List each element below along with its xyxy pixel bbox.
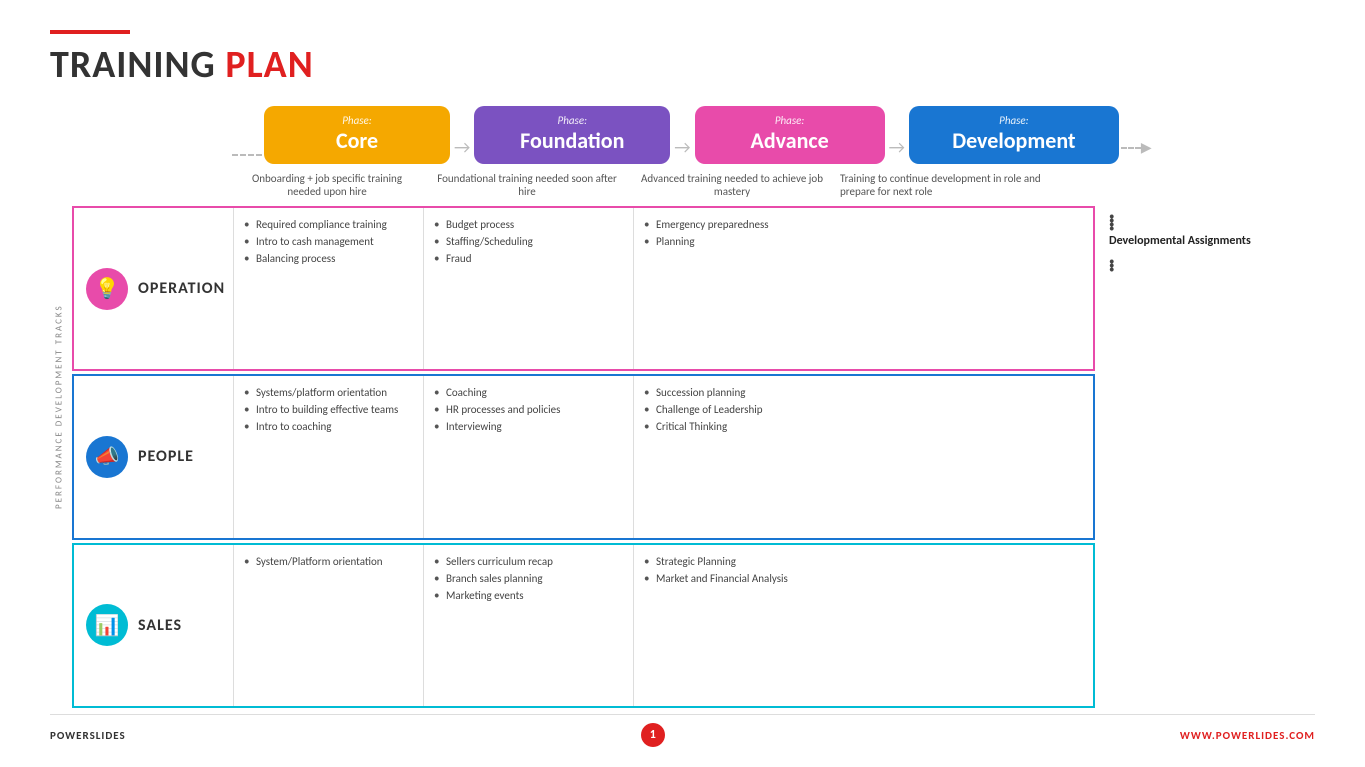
- operation-foundation-list: Budget process Staffing/Scheduling Fraud: [434, 216, 623, 267]
- people-foundation-cell: Coaching HR processes and policies Inter…: [424, 376, 634, 537]
- people-title: PEOPLE: [138, 447, 194, 466]
- phase-development-label: Phase:: [919, 114, 1109, 127]
- people-advance-cell: Succession planning Challenge of Leaders…: [634, 376, 834, 537]
- dev-assignments-list: • • •: [1109, 253, 1315, 265]
- people-core-cell: Systems/platform orientation Intro to bu…: [234, 376, 424, 537]
- vertical-label: PERFORMANCE DEVELOPMENT TRACKS: [50, 106, 68, 708]
- arrow-3: →: [889, 136, 905, 164]
- header-line: [50, 30, 130, 34]
- phase-development: Phase: Development: [909, 106, 1119, 164]
- list-item: Intro to building effective teams: [244, 401, 413, 418]
- list-item: Balancing process: [244, 250, 413, 267]
- people-core-list: Systems/platform orientation Intro to bu…: [244, 384, 413, 435]
- tracks-dev-area: 💡 OPERATION Required compliance training…: [72, 206, 1315, 708]
- people-icon: 📣: [86, 436, 128, 478]
- list-item: HR processes and policies: [434, 401, 623, 418]
- list-item: Fraud: [434, 250, 623, 267]
- track-operation-label: 💡 OPERATION: [74, 208, 234, 369]
- list-item: Market and Financial Analysis: [644, 570, 824, 587]
- operation-icon: 💡: [86, 268, 128, 310]
- operation-advance-list: Emergency preparedness Planning: [644, 216, 824, 250]
- operation-core-list: Required compliance training Intro to ca…: [244, 216, 413, 267]
- list-item: Critical Thinking: [644, 418, 824, 435]
- phase-foundation-label: Phase:: [484, 114, 660, 127]
- track-operation: 💡 OPERATION Required compliance training…: [72, 206, 1095, 371]
- list-item: Branch sales planning: [434, 570, 623, 587]
- development-column: • • • • Developmental Assignments • • •: [1095, 206, 1315, 708]
- page-title: TRAINING PLAN: [50, 42, 1315, 88]
- sales-icon: 📊: [86, 604, 128, 646]
- list-item: System/Platform orientation: [244, 553, 413, 570]
- footer-right: WWW.POWERLIDES.COM: [1180, 729, 1315, 742]
- phase-development-name: Development: [919, 127, 1109, 154]
- dev-assignments-title: Developmental Assignments: [1109, 234, 1315, 248]
- list-item: Systems/platform orientation: [244, 384, 413, 401]
- desc-development: Training to continue development in role…: [832, 168, 1052, 202]
- sales-foundation-list: Sellers curriculum recap Branch sales pl…: [434, 553, 623, 604]
- operation-core-cell: Required compliance training Intro to ca…: [234, 208, 424, 369]
- operation-foundation-cell: Budget process Staffing/Scheduling Fraud: [424, 208, 634, 369]
- list-item: Planning: [644, 233, 824, 250]
- phase-core-label: Phase:: [274, 114, 440, 127]
- people-foundation-list: Coaching HR processes and policies Inter…: [434, 384, 623, 435]
- list-item: Marketing events: [434, 587, 623, 604]
- desc-advance: Advanced training needed to achieve job …: [632, 168, 832, 202]
- phase-core-name: Core: [274, 127, 440, 154]
- phase-advance-name: Advance: [705, 127, 875, 154]
- sales-advance-list: Strategic Planning Market and Financial …: [644, 553, 824, 587]
- list-item: •: [1109, 261, 1315, 265]
- tracks-table: 💡 OPERATION Required compliance training…: [72, 206, 1095, 708]
- list-item: Interviewing: [434, 418, 623, 435]
- arrow-1: →: [454, 136, 470, 164]
- list-item: Strategic Planning: [644, 553, 824, 570]
- list-item: •: [1109, 220, 1315, 224]
- list-item: Challenge of Leadership: [644, 401, 824, 418]
- track-people-label: 📣 PEOPLE: [74, 376, 234, 537]
- sales-title: SALES: [138, 616, 182, 635]
- list-item: Required compliance training: [244, 216, 413, 233]
- track-sales: 📊 SALES System/Platform orientation Sell…: [72, 543, 1095, 708]
- sales-advance-cell: Strategic Planning Market and Financial …: [634, 545, 834, 706]
- people-advance-list: Succession planning Challenge of Leaders…: [644, 384, 824, 435]
- list-item: Coaching: [434, 384, 623, 401]
- track-sales-label: 📊 SALES: [74, 545, 234, 706]
- operation-title: OPERATION: [138, 279, 225, 298]
- title-black: TRAINING: [50, 42, 225, 88]
- phase-core: Phase: Core: [264, 106, 450, 164]
- track-people: 📣 PEOPLE Systems/platform orientation In…: [72, 374, 1095, 539]
- sales-core-cell: System/Platform orientation: [234, 545, 424, 706]
- list-item: Succession planning: [644, 384, 824, 401]
- sales-core-list: System/Platform orientation: [244, 553, 413, 570]
- sales-foundation-cell: Sellers curriculum recap Branch sales pl…: [424, 545, 634, 706]
- operation-advance-cell: Emergency preparedness Planning: [634, 208, 834, 369]
- footer-page: 1: [641, 723, 665, 747]
- phase-advance-label: Phase:: [705, 114, 875, 127]
- phase-advance: Phase: Advance: [695, 106, 885, 164]
- footer-left: POWERSLIDES: [50, 729, 126, 742]
- page: TRAINING PLAN PERFORMANCE DEVELOPMENT TR…: [0, 0, 1365, 767]
- phase-foundation: Phase: Foundation: [474, 106, 670, 164]
- list-item: Sellers curriculum recap: [434, 553, 623, 570]
- list-item: Intro to cash management: [244, 233, 413, 250]
- content-grid: PERFORMANCE DEVELOPMENT TRACKS Phase: Co…: [50, 106, 1315, 708]
- phase-foundation-name: Foundation: [484, 127, 660, 154]
- desc-row: Onboarding + job specific training neede…: [72, 168, 1315, 202]
- footer: POWERSLIDES 1 WWW.POWERLIDES.COM: [50, 714, 1315, 747]
- list-item: Emergency preparedness: [644, 216, 824, 233]
- list-item: Intro to coaching: [244, 418, 413, 435]
- desc-foundation: Foundational training needed soon after …: [422, 168, 632, 202]
- title-red: PLAN: [225, 42, 313, 88]
- left-side: Phase: Core → Phase: Foundation →: [72, 106, 1315, 708]
- dev-main-list: • • • •: [1109, 208, 1315, 224]
- arrow-2: →: [674, 136, 690, 164]
- list-item: Budget process: [434, 216, 623, 233]
- list-item: Staffing/Scheduling: [434, 233, 623, 250]
- desc-core: Onboarding + job specific training neede…: [232, 168, 422, 202]
